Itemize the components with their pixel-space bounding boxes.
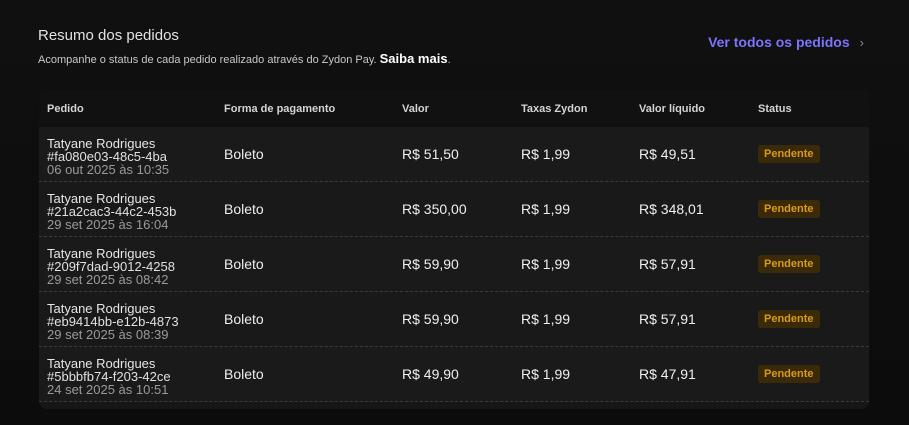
column-header-status: Status — [758, 102, 792, 115]
status-badge: Pendente — [758, 310, 820, 328]
view-all-orders-link[interactable]: Ver todos os pedidos › — [708, 34, 864, 50]
column-header-net-value: Valor líquido — [639, 102, 706, 115]
value-cell: R$ 350,00 — [402, 201, 467, 217]
orders-summary-header: Resumo dos pedidos Acompanhe o status de… — [38, 27, 872, 66]
payment-method-cell: Boleto — [224, 146, 264, 162]
order-date: 24 set 2025 às 10:51 — [47, 382, 169, 394]
status-cell: Pendente — [758, 237, 820, 291]
net-value-cell: R$ 57,91 — [639, 256, 696, 272]
order-cell: Tatyane Rodrigues #5bbbfb74-f203-42ce 24 s… — [47, 357, 207, 394]
page-subtitle: Acompanhe o status de cada pedido realiz… — [38, 51, 451, 66]
order-date: 29 set 2025 às 08:39 — [47, 327, 169, 339]
fee-cell: R$ 1,99 — [521, 311, 571, 327]
column-header-value: Valor — [402, 102, 429, 115]
learn-more-link[interactable]: Saiba mais — [380, 51, 448, 66]
table-row[interactable]: Tatyane Rodrigues #209f7dad-9012-4258 29 s… — [39, 237, 869, 292]
view-all-label: Ver todos os pedidos — [708, 34, 850, 50]
order-cell: Tatyane Rodrigues #eb9414bb-e12b-4873 29 s… — [47, 302, 207, 339]
status-cell: Pendente — [758, 292, 820, 346]
status-cell: Pendente — [758, 347, 820, 401]
column-header-fees: Taxas Zydon — [521, 102, 588, 115]
table-header: Pedido Forma de pagamento Valor Taxas Zy… — [39, 90, 869, 127]
value-cell: R$ 51,50 — [402, 146, 459, 162]
column-header-order: Pedido — [47, 102, 84, 115]
payment-method-cell: Boleto — [224, 201, 264, 217]
net-value-cell: R$ 49,51 — [639, 146, 696, 162]
status-badge: Pendente — [758, 255, 820, 273]
net-value-cell: R$ 47,91 — [639, 366, 696, 382]
orders-table: Pedido Forma de pagamento Valor Taxas Zy… — [39, 90, 869, 409]
order-cell: Tatyane Rodrigues #fa080e03-48c5-4ba 06 ou… — [47, 137, 207, 174]
table-row[interactable]: Tatyane Rodrigues #fa080e03-48c5-4ba 06 ou… — [39, 127, 869, 182]
value-cell: R$ 49,90 — [402, 366, 459, 382]
fee-cell: R$ 1,99 — [521, 201, 571, 217]
table-row[interactable]: Tatyane Rodrigues #eb9414bb-e12b-4873 29 s… — [39, 292, 869, 347]
net-value-cell: R$ 348,01 — [639, 201, 704, 217]
fee-cell: R$ 1,99 — [521, 256, 571, 272]
status-cell: Pendente — [758, 127, 820, 181]
value-cell: R$ 59,90 — [402, 256, 459, 272]
table-body: Tatyane Rodrigues #fa080e03-48c5-4ba 06 ou… — [39, 127, 869, 402]
payment-method-cell: Boleto — [224, 366, 264, 382]
order-date: 06 out 2025 às 10:35 — [47, 162, 170, 174]
status-badge: Pendente — [758, 365, 820, 383]
order-cell: Tatyane Rodrigues #209f7dad-9012-4258 29 s… — [47, 247, 207, 284]
fee-cell: R$ 1,99 — [521, 366, 571, 382]
subtitle-text: Acompanhe o status de cada pedido realiz… — [38, 54, 377, 66]
fee-cell: R$ 1,99 — [521, 146, 571, 162]
payment-method-cell: Boleto — [224, 256, 264, 272]
status-badge: Pendente — [758, 145, 820, 163]
order-cell: Tatyane Rodrigues #21a2cac3-44c2-453b 29 s… — [47, 192, 207, 229]
status-cell: Pendente — [758, 182, 820, 236]
net-value-cell: R$ 57,91 — [639, 311, 696, 327]
payment-method-cell: Boleto — [224, 311, 264, 327]
order-date: 29 set 2025 às 08:42 — [47, 272, 169, 284]
column-header-payment-method: Forma de pagamento — [224, 102, 336, 115]
table-row[interactable]: Tatyane Rodrigues #21a2cac3-44c2-453b 29 s… — [39, 182, 869, 237]
subtitle-period: . — [447, 54, 451, 66]
value-cell: R$ 59,90 — [402, 311, 459, 327]
table-row[interactable]: Tatyane Rodrigues #5bbbfb74-f203-42ce 24 s… — [39, 347, 869, 402]
status-badge: Pendente — [758, 200, 820, 218]
order-date: 29 set 2025 às 16:04 — [47, 217, 169, 229]
chevron-right-icon: › — [859, 34, 864, 50]
